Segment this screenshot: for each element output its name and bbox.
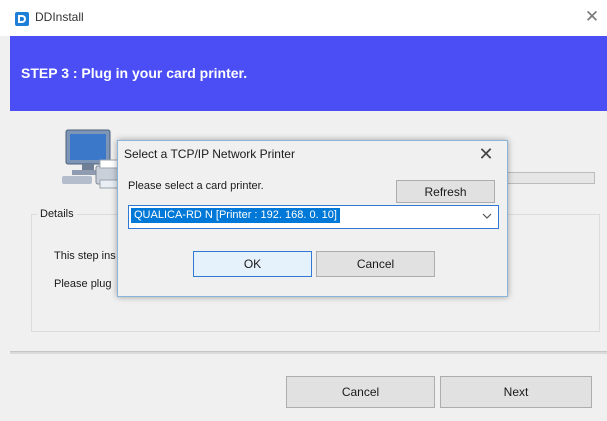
cancel-button[interactable]: Cancel — [286, 376, 435, 408]
dd-logo-icon — [15, 12, 29, 26]
footer-separator — [10, 351, 607, 354]
window-title: DDInstall — [35, 10, 84, 24]
refresh-button[interactable]: Refresh — [396, 180, 495, 203]
step-title: STEP 3 : Plug in your card printer. — [21, 65, 248, 81]
progress-bar — [503, 172, 595, 184]
close-icon[interactable]: ✕ — [474, 143, 498, 165]
next-button[interactable]: Next — [440, 376, 592, 408]
title-bar — [0, 0, 607, 36]
dialog-prompt: Please select a card printer. — [128, 180, 264, 192]
details-text-line: Please plug — [54, 278, 112, 290]
chevron-down-icon[interactable] — [480, 208, 494, 223]
cancel-button[interactable]: Cancel — [316, 251, 435, 277]
close-icon[interactable]: ✕ — [583, 8, 601, 26]
dialog-title: Select a TCP/IP Network Printer — [124, 147, 295, 161]
details-text-line: This step ins — [54, 250, 116, 262]
details-legend: Details — [37, 208, 77, 220]
ok-button[interactable]: OK — [193, 251, 312, 277]
printer-select-value[interactable]: QUALICA-RD N [Printer : 192. 168. 0. 10] — [131, 208, 340, 223]
